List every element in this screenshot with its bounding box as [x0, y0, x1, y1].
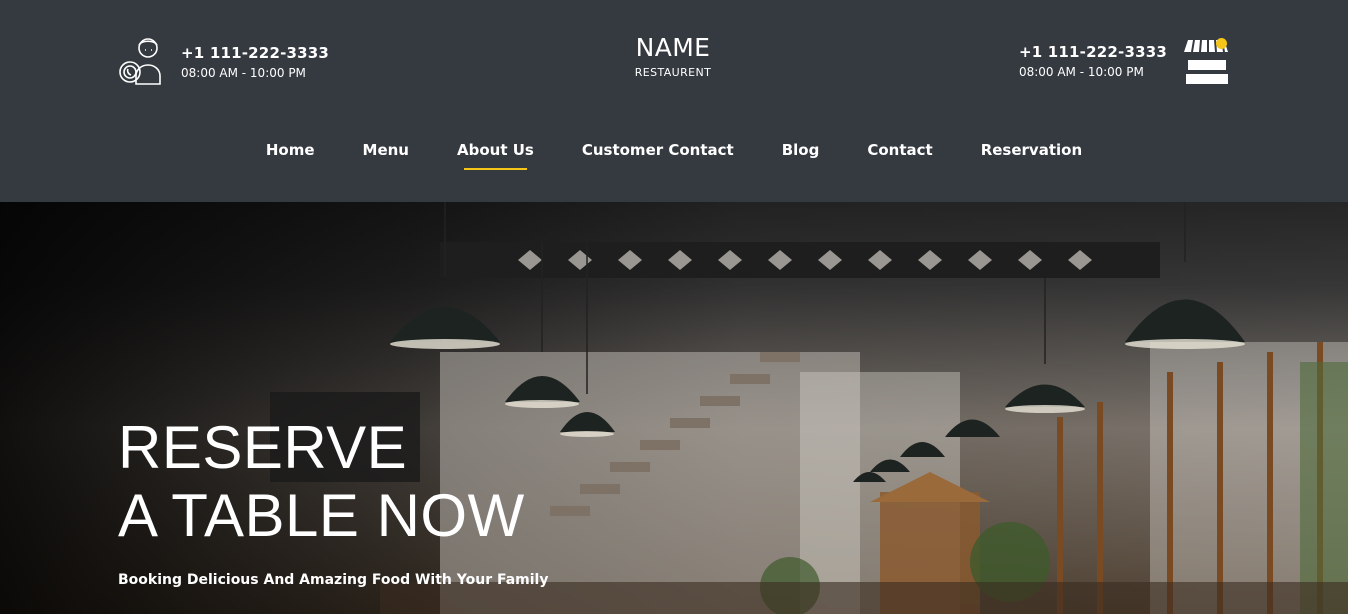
nav-item-menu[interactable]: Menu [363, 140, 409, 160]
nav-item-reservation[interactable]: Reservation [981, 140, 1082, 160]
cart-count-badge [1216, 38, 1227, 49]
right-opening-hours: 08:00 AM - 10:00 PM [1018, 64, 1144, 79]
main-nav: Home Menu About Us Customer Contact Blog… [0, 140, 1348, 170]
hero-title: RESERVE A TABLE NOW [118, 414, 548, 550]
brand-name: NAME [635, 33, 711, 62]
left-phone-number[interactable]: +1 111-222-3333 [181, 43, 329, 63]
left-opening-hours: 08:00 AM - 10:00 PM [181, 65, 306, 80]
nav-item-blog[interactable]: Blog [782, 140, 820, 160]
nav-item-contact[interactable]: Contact [867, 140, 932, 160]
hero-subtitle: Booking Delicious And Amazing Food With … [118, 572, 549, 588]
hero-title-line-2: A TABLE NOW [118, 482, 525, 549]
hero-banner: RESERVE A TABLE NOW Booking Delicious An… [0, 202, 1348, 614]
right-phone-number[interactable]: +1 111-222-3333 [1019, 42, 1167, 62]
header-contact-left: +1 111-222-3333 08:00 AM - 10:00 PM [118, 36, 329, 86]
site-header: +1 111-222-3333 08:00 AM - 10:00 PM NAME… [0, 0, 1348, 202]
hero-title-line-1: RESERVE [118, 414, 408, 481]
store-icon[interactable] [1184, 36, 1230, 84]
hero-content: RESERVE A TABLE NOW Booking Delicious An… [118, 414, 548, 588]
nav-item-about-us[interactable]: About Us [457, 140, 534, 170]
support-agent-icon [119, 38, 161, 85]
nav-item-home[interactable]: Home [266, 140, 315, 160]
brand-logo[interactable]: NAME RESTAURENT [573, 33, 773, 79]
brand-subtitle: RESTAURENT [634, 66, 712, 79]
header-contact-right: +1 111-222-3333 08:00 AM - 10:00 PM [1019, 36, 1230, 84]
nav-item-customer-contact[interactable]: Customer Contact [582, 140, 734, 160]
